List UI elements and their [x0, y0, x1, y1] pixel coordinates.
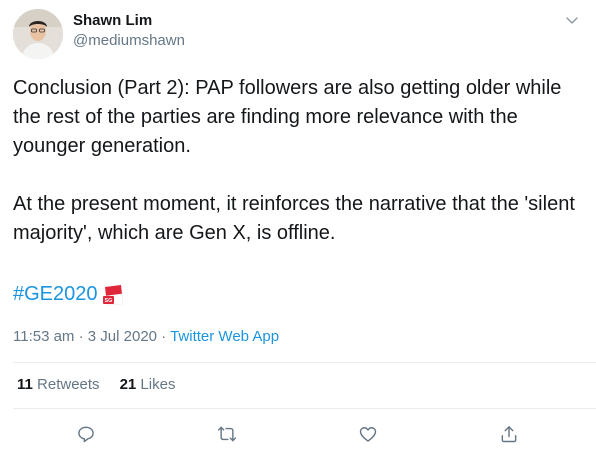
tweet-source-link[interactable]: Twitter Web App	[170, 328, 279, 345]
meta-separator: ·	[78, 328, 84, 345]
tweet-text: Conclusion (Part 2): PAP followers are a…	[13, 74, 588, 277]
hashtag-line: #GE2020 SG	[13, 280, 125, 309]
author-name[interactable]: Shawn Lim	[73, 11, 185, 31]
likes-count: 21	[119, 376, 137, 393]
reply-icon	[78, 426, 94, 443]
divider	[13, 362, 596, 363]
heart-icon	[359, 427, 377, 442]
likes-label: Likes	[140, 376, 176, 393]
sg-flag-icon: SG	[101, 284, 125, 306]
tweet-card: Shawn Lim @mediumshawn Conclusion (Part …	[0, 0, 596, 460]
retweets-count: 11	[17, 376, 33, 393]
tweet-paragraph: Conclusion (Part 2): PAP followers are a…	[13, 77, 562, 157]
tweet-paragraph: At the present moment, it reinforces the…	[13, 193, 575, 244]
author-handle[interactable]: @mediumshawn	[73, 31, 185, 51]
action-bar	[0, 418, 596, 450]
sg-flag-label: SG	[104, 298, 112, 304]
tweet-meta: 11:53 am · 3 Jul 2020 · Twitter Web App	[13, 327, 279, 347]
hashtag-link[interactable]: #GE2020	[13, 280, 98, 309]
tweet-date[interactable]: 3 Jul 2020	[88, 328, 157, 345]
tweet-stats: 11 Retweets 21 Likes	[17, 375, 175, 395]
tweet-time[interactable]: 11:53 am	[13, 328, 74, 345]
retweets-stat[interactable]: 11 Retweets	[17, 375, 100, 395]
divider	[13, 408, 596, 409]
retweets-label: Retweets	[37, 376, 100, 393]
share-button[interactable]	[493, 418, 525, 450]
author-block[interactable]: Shawn Lim @mediumshawn	[73, 11, 185, 51]
like-button[interactable]	[352, 418, 384, 450]
meta-separator: ·	[161, 328, 167, 345]
avatar[interactable]	[13, 9, 63, 59]
chevron-down-icon[interactable]	[564, 12, 580, 28]
retweet-button[interactable]	[211, 418, 243, 450]
share-icon	[501, 426, 517, 443]
retweet-icon	[217, 426, 237, 442]
reply-button[interactable]	[70, 418, 102, 450]
likes-stat[interactable]: 21 Likes	[120, 375, 176, 395]
